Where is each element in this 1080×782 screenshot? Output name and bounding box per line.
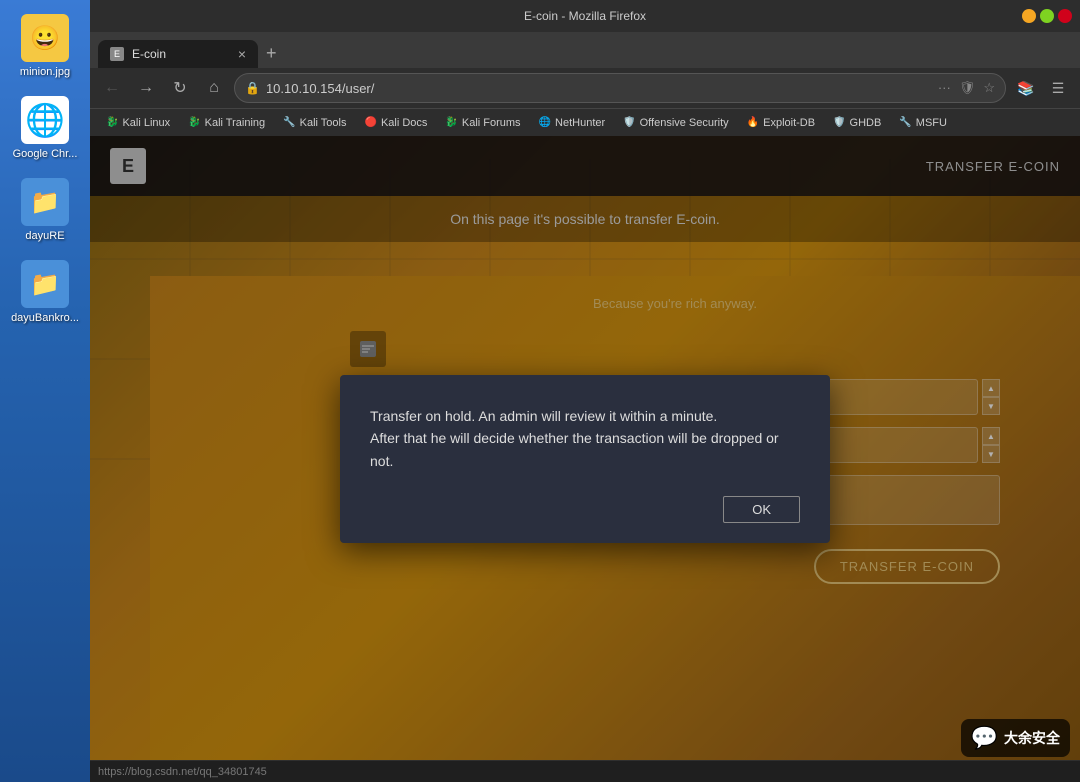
tab-ecoin[interactable]: E E-coin ×: [98, 40, 258, 68]
modal-message: Transfer on hold. An admin will review i…: [370, 405, 800, 472]
bookmark-kali-linux-label: Kali Linux: [122, 117, 170, 129]
desktop-icon-chrome-label: Google Chr...: [13, 148, 78, 160]
bookmark-kali-docs-label: Kali Docs: [381, 117, 427, 129]
tab-bar: E E-coin × +: [90, 32, 1080, 68]
nav-bar: ← → ↻ ⌂ 🔒 10.10.10.154/user/ ··· 🛡 ☆ 📚 ☰: [90, 68, 1080, 108]
desktop-icon-minion-label: minion.jpg: [20, 66, 70, 78]
url-bar[interactable]: 🔒 10.10.10.154/user/ ··· 🛡 ☆: [234, 73, 1006, 103]
nav-icon-group: 📚 ☰: [1012, 74, 1072, 102]
modal-line2: After that he will decide whether the tr…: [370, 430, 779, 468]
offensive-security-icon: 🛡️: [623, 117, 635, 128]
back-button[interactable]: ←: [98, 74, 126, 102]
kali-linux-icon: 🐉: [106, 117, 118, 128]
kali-training-icon: 🐉: [188, 117, 200, 128]
bookmark-nethunter-label: NetHunter: [555, 117, 605, 129]
desktop-icon-dayure[interactable]: 📁 dayuRE: [5, 174, 85, 246]
url-more-button[interactable]: ···: [938, 80, 951, 96]
bookmark-offensive-security[interactable]: 🛡️ Offensive Security: [615, 114, 737, 132]
modal-ok-button[interactable]: OK: [723, 496, 800, 523]
url-bar-extra: ··· 🛡 ☆: [938, 80, 995, 96]
desktop-icon-dayubankro-label: dayuBankro...: [11, 312, 79, 324]
bookmark-kali-training-label: Kali Training: [205, 117, 266, 129]
menu-button[interactable]: ☰: [1044, 74, 1072, 102]
modal-overlay: Transfer on hold. An admin will review i…: [90, 136, 1080, 782]
bookmark-kali-linux[interactable]: 🐉 Kali Linux: [98, 114, 178, 132]
desktop-sidebar: 😀 minion.jpg 🌐 Google Chr... 📁 dayuRE 📁 …: [0, 0, 90, 782]
bookmark-kali-docs[interactable]: 🔴 Kali Docs: [357, 114, 436, 132]
modal-line1: Transfer on hold. An admin will review i…: [370, 408, 717, 424]
exploit-db-icon: 🔥: [747, 117, 759, 128]
bookmark-nethunter[interactable]: 🌐 NetHunter: [531, 114, 614, 132]
bookmark-kali-tools-label: Kali Tools: [300, 117, 347, 129]
bookmark-msfu-label: MSFU: [916, 117, 947, 129]
chrome-icon: 🌐: [21, 96, 69, 144]
bookmark-exploit-db-label: Exploit-DB: [763, 117, 815, 129]
ghdb-icon: 🛡️: [833, 117, 845, 128]
maximize-button[interactable]: [1040, 9, 1054, 23]
folder-dayubankro-icon: 📁: [21, 260, 69, 308]
bookmark-exploit-db[interactable]: 🔥 Exploit-DB: [739, 114, 823, 132]
library-button[interactable]: 📚: [1012, 74, 1040, 102]
minimize-button[interactable]: [1022, 9, 1036, 23]
modal-footer: OK: [370, 496, 800, 523]
url-shield-icon: 🛡: [959, 80, 976, 96]
desktop-icon-dayure-label: dayuRE: [25, 230, 64, 242]
browser-window: E-coin - Mozilla Firefox E E-coin × + ← …: [90, 0, 1080, 782]
bookmark-ghdb-label: GHDB: [850, 117, 882, 129]
page-content: E TRANSFER E-COIN On this page it's poss…: [90, 136, 1080, 782]
desktop-icon-chrome[interactable]: 🌐 Google Chr...: [5, 92, 85, 164]
desktop-icon-dayubankro[interactable]: 📁 dayuBankro...: [5, 256, 85, 328]
tab-close-button[interactable]: ×: [238, 46, 246, 62]
url-star-icon[interactable]: ☆: [983, 80, 995, 96]
minion-icon: 😀: [21, 14, 69, 62]
title-bar: E-coin - Mozilla Firefox: [90, 0, 1080, 32]
new-tab-button[interactable]: +: [258, 39, 285, 68]
tab-favicon: E: [110, 47, 124, 61]
nethunter-icon: 🌐: [539, 117, 551, 128]
reload-button[interactable]: ↻: [166, 74, 194, 102]
kali-docs-icon: 🔴: [365, 117, 377, 128]
kali-forums-icon: 🐉: [445, 117, 457, 128]
kali-tools-icon: 🔧: [283, 117, 295, 128]
bookmark-kali-forums[interactable]: 🐉 Kali Forums: [437, 114, 528, 132]
msfu-icon: 🔧: [899, 117, 911, 128]
forward-button[interactable]: →: [132, 74, 160, 102]
bookmarks-bar: 🐉 Kali Linux 🐉 Kali Training 🔧 Kali Tool…: [90, 108, 1080, 136]
tab-label: E-coin: [132, 47, 166, 61]
window-controls: [1022, 9, 1072, 23]
close-button[interactable]: [1058, 9, 1072, 23]
folder-dayure-icon: 📁: [21, 178, 69, 226]
bookmark-kali-forums-label: Kali Forums: [462, 117, 521, 129]
wechat-watermark: 💬 大余安全: [961, 719, 1070, 757]
desktop-icon-minion[interactable]: 😀 minion.jpg: [5, 10, 85, 82]
window-title: E-coin - Mozilla Firefox: [524, 9, 646, 23]
bookmark-ghdb[interactable]: 🛡️ GHDB: [825, 114, 889, 132]
wechat-brand-text: 大余安全: [1004, 728, 1060, 748]
ssl-lock-icon: 🔒: [245, 81, 260, 95]
wechat-icon: 💬: [971, 725, 998, 751]
url-text: 10.10.10.154/user/: [266, 81, 374, 96]
bookmark-kali-tools[interactable]: 🔧 Kali Tools: [275, 114, 354, 132]
home-button[interactable]: ⌂: [200, 74, 228, 102]
bookmark-offensive-security-label: Offensive Security: [640, 117, 729, 129]
bookmark-msfu[interactable]: 🔧 MSFU: [891, 114, 955, 132]
bookmark-kali-training[interactable]: 🐉 Kali Training: [180, 114, 273, 132]
modal-dialog: Transfer on hold. An admin will review i…: [340, 375, 830, 543]
